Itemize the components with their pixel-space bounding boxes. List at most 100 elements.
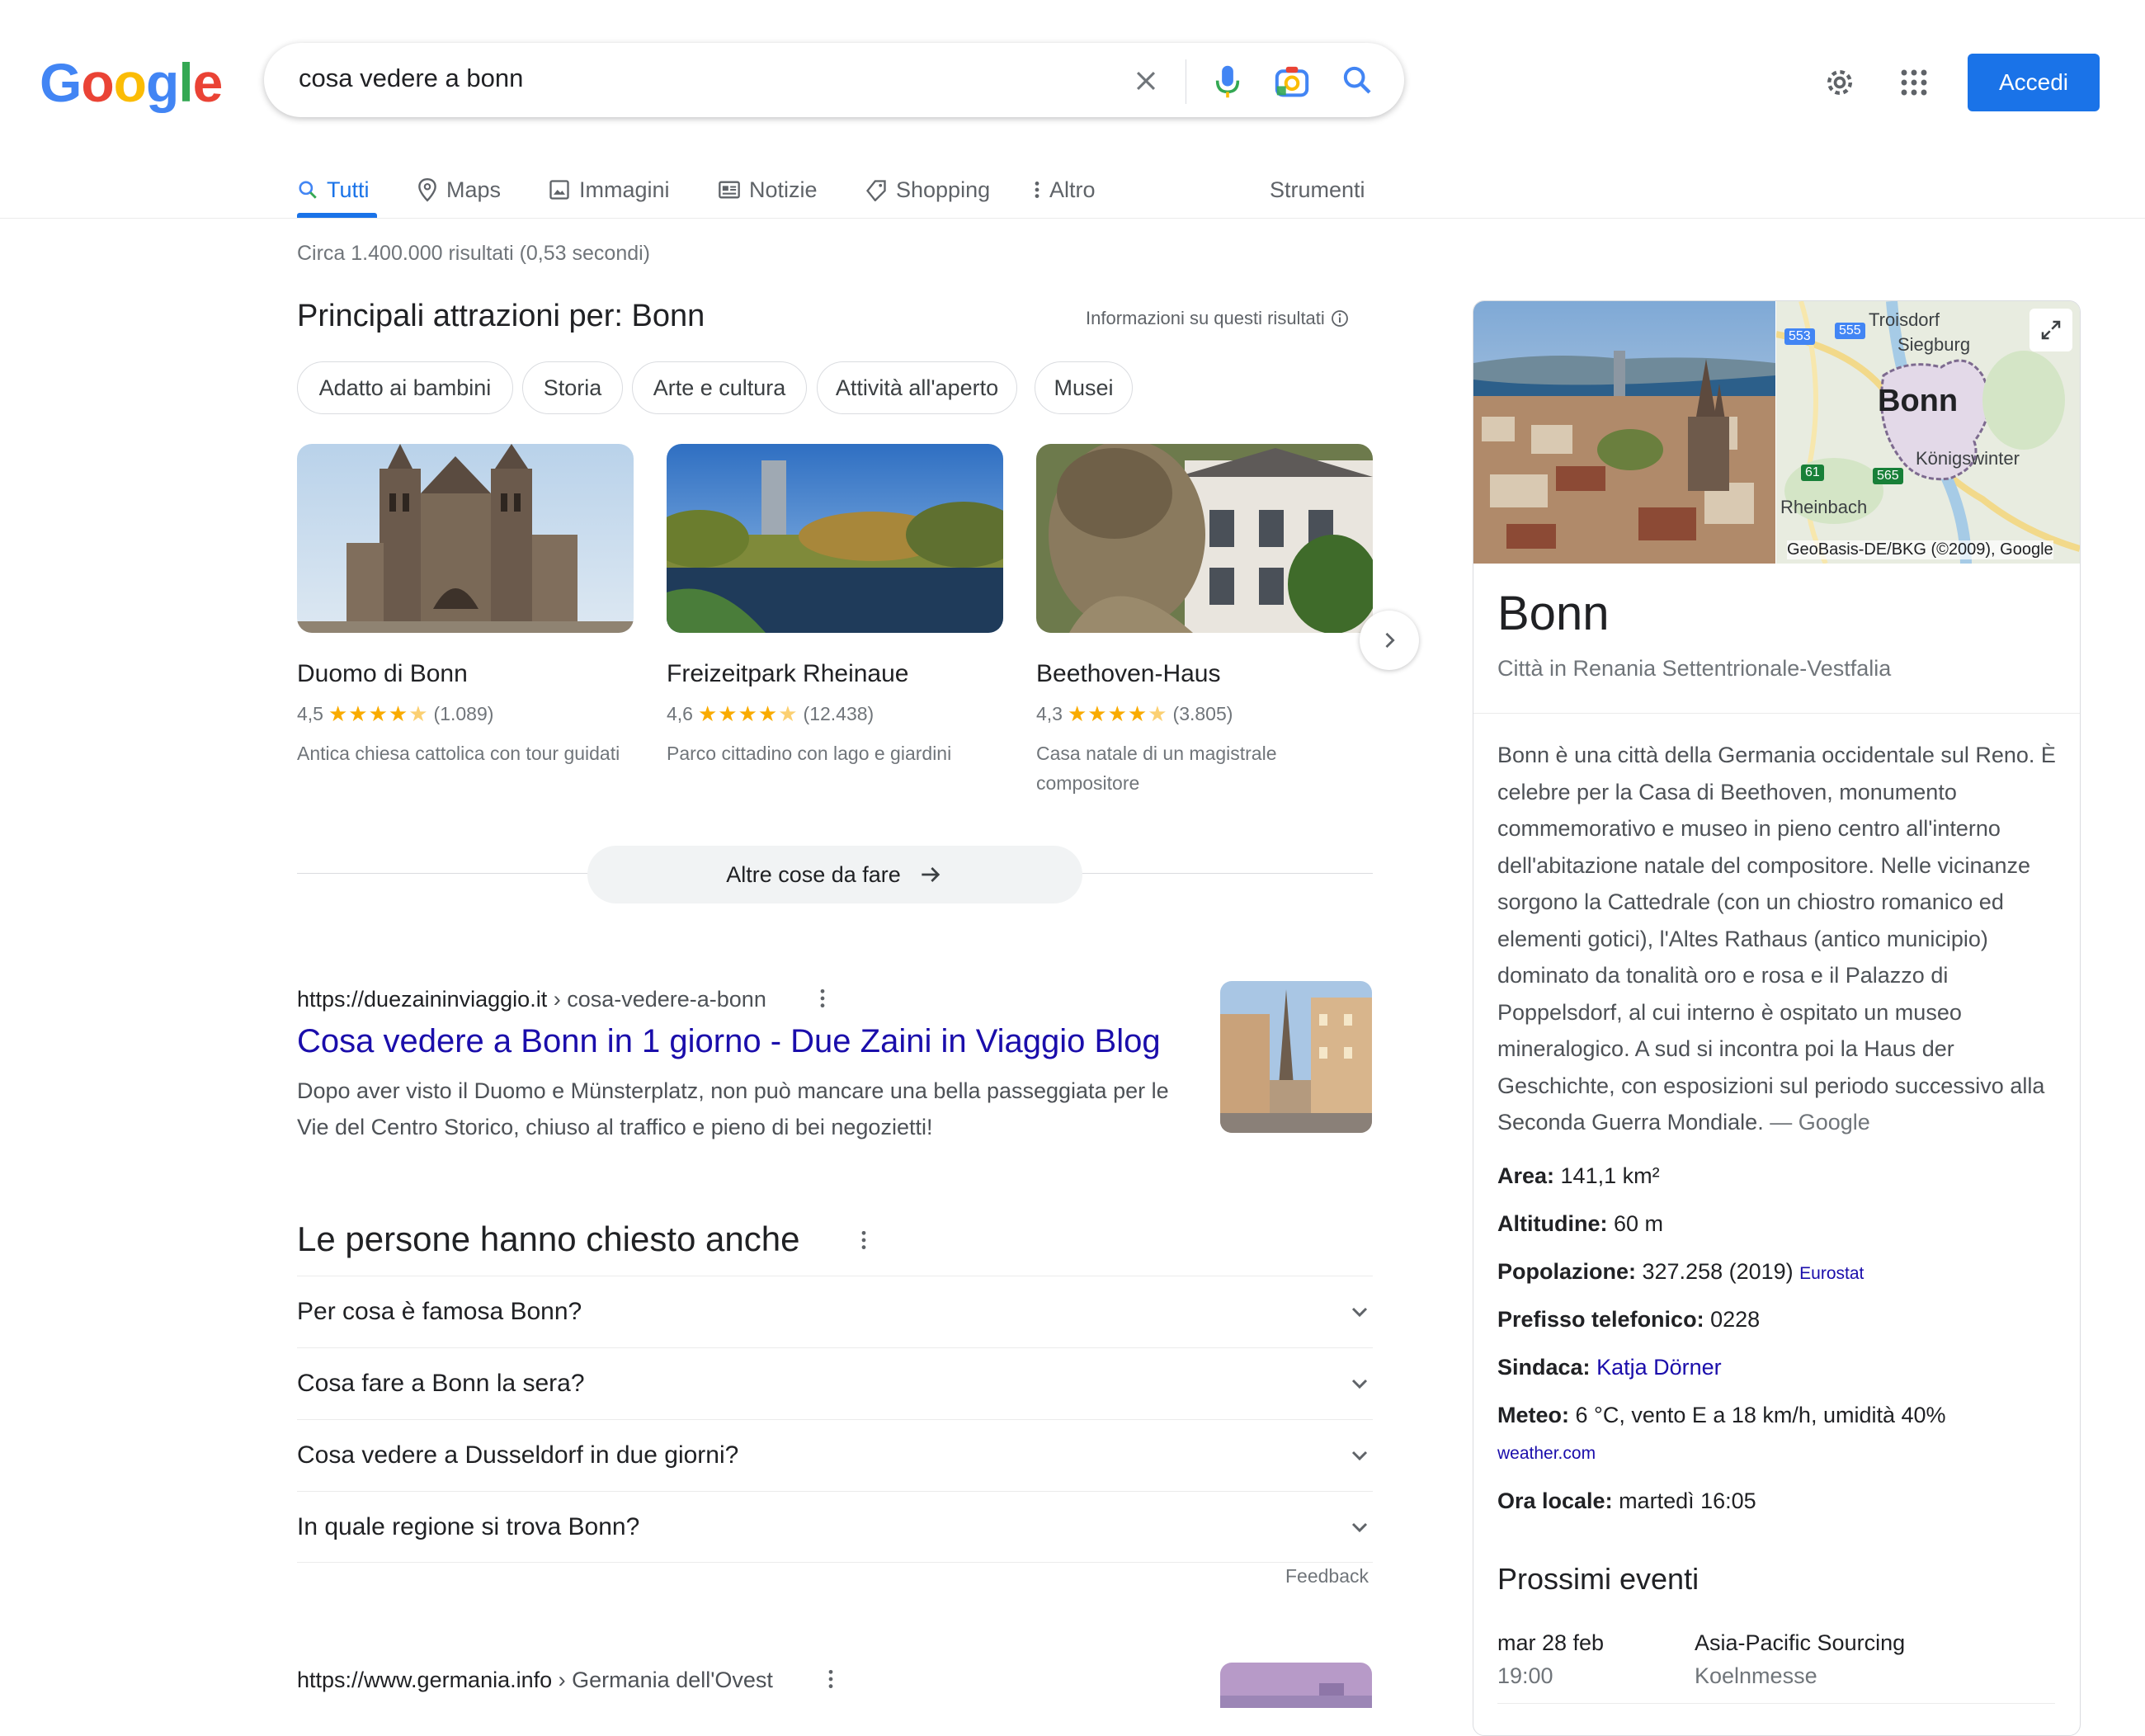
card-description: Casa natale di un magistrale compositore xyxy=(1036,743,1277,794)
apps-grid-icon[interactable] xyxy=(1893,62,1935,103)
result-thumbnail[interactable] xyxy=(1220,981,1372,1133)
chevron-down-icon xyxy=(1351,1451,1368,1461)
chevron-down-icon xyxy=(1351,1379,1368,1389)
map-pin-icon xyxy=(418,177,436,202)
fact-value: 6 °C, vento E a 18 km/h, umidità 40% xyxy=(1569,1403,1946,1427)
tab-all[interactable]: Tutti xyxy=(297,165,370,215)
event-divider xyxy=(1497,1703,2055,1704)
result-domain: https://www.germania.info xyxy=(297,1668,553,1692)
weather-source-link[interactable]: weather.com xyxy=(1497,1444,1596,1464)
paa-question-text: In quale regione si trova Bonn? xyxy=(297,1512,640,1540)
population-source-link[interactable]: Eurostat xyxy=(1799,1264,1864,1283)
more-vert-icon xyxy=(1035,182,1040,198)
about-results-link[interactable]: Informazioni su questi risultati xyxy=(1086,308,1350,329)
paa-question[interactable]: In quale regione si trova Bonn? xyxy=(297,1491,1373,1563)
event-time: 19:00 xyxy=(1497,1663,1553,1688)
kp-title: Bonn xyxy=(1497,587,1610,640)
google-logo[interactable]: Google xyxy=(40,51,223,114)
result-url[interactable]: https://duezaininviaggio.it › cosa-veder… xyxy=(297,987,766,1012)
tab-images[interactable]: Immagini xyxy=(548,165,670,215)
fact-label: Altitudine: xyxy=(1497,1211,1608,1236)
kp-fact-mayor: Sindaca: Katja Dörner xyxy=(1497,1355,1722,1380)
paa-question-text: Cosa vedere a Dusseldorf in due giorni? xyxy=(297,1441,739,1469)
review-count: (1.089) xyxy=(433,703,494,724)
map-label-rheinbach: Rheinbach xyxy=(1780,497,1868,517)
more-things-label: Altre cose da fare xyxy=(726,861,901,887)
more-things-button[interactable]: Altre cose da fare xyxy=(587,846,1082,903)
fact-label: Meteo: xyxy=(1497,1403,1569,1427)
result-domain: https://duezaininviaggio.it xyxy=(297,987,548,1012)
camera-lens-icon[interactable] xyxy=(1271,61,1313,102)
event-date: mar 28 feb xyxy=(1497,1630,1605,1655)
card-rating: 4,3 ★★★★★ (3.805) xyxy=(1036,701,1233,727)
expand-map-icon[interactable] xyxy=(2030,309,2072,351)
tab-label: Tutti xyxy=(327,177,370,202)
fact-value: 60 m xyxy=(1607,1211,1664,1236)
star-rating-icon: ★★★★★ xyxy=(328,701,429,726)
chevron-right-icon xyxy=(1385,632,1395,649)
paa-question[interactable]: Cosa vedere a Dusseldorf in due giorni? xyxy=(297,1419,1373,1491)
tab-maps[interactable]: Maps xyxy=(417,165,501,215)
paa-question[interactable]: Per cosa è famosa Bonn? xyxy=(297,1276,1373,1347)
carousel-next-button[interactable] xyxy=(1360,611,1419,670)
microphone-icon[interactable] xyxy=(1208,59,1247,104)
tab-more[interactable]: Altro xyxy=(1033,165,1096,215)
paa-question-text: Cosa fare a Bonn la sera? xyxy=(297,1370,585,1397)
search-input[interactable]: cosa vedere a bonn xyxy=(299,64,523,93)
map-road-badge: 565 xyxy=(1873,468,1903,484)
feedback-link[interactable]: Feedback xyxy=(1285,1565,1369,1587)
chip-kids[interactable]: Adatto ai bambini xyxy=(297,361,513,414)
result-menu-icon[interactable] xyxy=(813,984,832,1012)
fact-label: Popolazione: xyxy=(1497,1259,1636,1284)
event-name[interactable]: Asia-Pacific Sourcing xyxy=(1695,1630,1905,1656)
info-icon xyxy=(1331,310,1348,327)
card-title[interactable]: Freizeitpark Rheinaue xyxy=(667,660,908,688)
star-rating-icon: ★★★★★ xyxy=(1067,701,1168,726)
paa-question-text: Per cosa è famosa Bonn? xyxy=(297,1298,582,1325)
duomo-bonn-image[interactable] xyxy=(297,444,634,633)
search-icon[interactable] xyxy=(1336,59,1378,101)
fact-label: Area: xyxy=(1497,1163,1555,1188)
star-rating-icon: ★★★★★ xyxy=(697,701,799,726)
card-title[interactable]: Duomo di Bonn xyxy=(297,660,468,688)
kp-subtitle: Città in Renania Settentrionale-Vestfali… xyxy=(1497,656,1892,681)
paa-menu-icon[interactable] xyxy=(854,1226,874,1254)
card-title[interactable]: Beethoven-Haus xyxy=(1036,660,1220,688)
chip-outdoor[interactable]: Attività all'aperto xyxy=(817,361,1017,414)
clear-search-icon[interactable] xyxy=(1126,61,1166,101)
fact-value: 141,1 km² xyxy=(1554,1163,1660,1188)
chip-history[interactable]: Storia xyxy=(522,361,623,414)
result-thumbnail[interactable] xyxy=(1220,1663,1372,1708)
result-title-link[interactable]: Cosa vedere a Bonn in 1 giorno - Due Zai… xyxy=(297,1023,1161,1060)
chevron-down-icon xyxy=(1351,1522,1368,1532)
map-label-konigswinter: Königswinter xyxy=(1916,448,2020,469)
arrow-right-icon xyxy=(922,867,940,882)
map-credit: GeoBasis-DE/BKG (©2009), Google xyxy=(1787,540,2053,559)
mayor-link[interactable]: Katja Dörner xyxy=(1596,1355,1722,1380)
bonn-city-photo[interactable] xyxy=(1473,301,1775,564)
tab-shopping[interactable]: Shopping xyxy=(865,165,990,215)
paa-question[interactable]: Cosa fare a Bonn la sera? xyxy=(297,1347,1373,1419)
kp-fact-altitude: Altitudine: 60 m xyxy=(1497,1211,1663,1237)
fact-label: Sindaca: xyxy=(1497,1355,1591,1380)
map-road-badge: 553 xyxy=(1784,328,1815,345)
tools-button[interactable]: Strumenti xyxy=(1270,165,1365,215)
tab-label: Maps xyxy=(446,177,502,202)
tab-label: Immagini xyxy=(579,177,670,202)
kp-description-source[interactable]: — Google xyxy=(1764,1110,1870,1135)
card-rating: 4,5 ★★★★★ (1.089) xyxy=(297,701,493,727)
result-url[interactable]: https://www.germania.info › Germania del… xyxy=(297,1668,773,1693)
rating-value: 4,3 xyxy=(1036,703,1063,724)
rheinaue-park-image[interactable] xyxy=(667,444,1003,633)
search-icon xyxy=(299,181,317,199)
signin-button[interactable]: Accedi xyxy=(1968,54,2100,111)
kp-fact-area: Area: 141,1 km² xyxy=(1497,1163,1660,1189)
card-description: Antica chiesa cattolica con tour guidati xyxy=(297,743,620,764)
chip-art-culture[interactable]: Arte e cultura xyxy=(632,361,807,414)
beethoven-haus-image[interactable] xyxy=(1036,444,1373,633)
card-description: Parco cittadino con lago e giardini xyxy=(667,743,952,764)
settings-gear-icon[interactable] xyxy=(1819,62,1860,103)
tab-news[interactable]: Notizie xyxy=(718,165,818,215)
result-menu-icon[interactable] xyxy=(821,1665,841,1693)
chip-museums[interactable]: Musei xyxy=(1035,361,1133,414)
